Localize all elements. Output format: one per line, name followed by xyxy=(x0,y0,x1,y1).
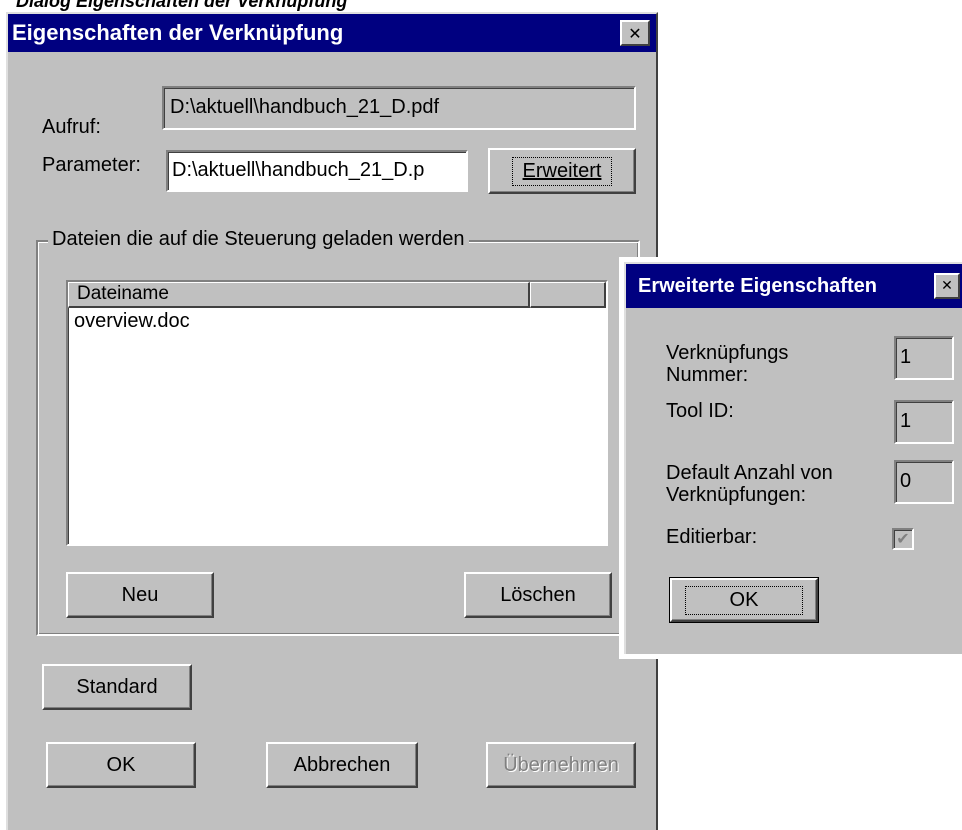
file-list[interactable]: Dateiname overview.doc xyxy=(66,280,608,546)
aufruf-label: Aufruf: xyxy=(42,116,101,138)
erweitert-button[interactable]: Erweitert xyxy=(488,148,636,194)
neu-button[interactable]: Neu xyxy=(66,572,214,618)
ext-ok-label: OK xyxy=(729,588,759,611)
tool-id-label: Tool ID: xyxy=(666,400,734,422)
parameter-label: Parameter: xyxy=(42,154,141,176)
uebernehmen-button[interactable]: Übernehmen xyxy=(486,742,636,788)
extended-properties-dialog: Erweiterte Eigenschaften ✕ Verknüpfungs … xyxy=(624,262,962,654)
verknuepfungs-nummer-label: Verknüpfungs Nummer: xyxy=(666,342,789,386)
editierbar-checkbox[interactable]: ✔ xyxy=(892,528,914,550)
erweitert-label: Erweitert xyxy=(522,159,602,182)
default-anzahl-field[interactable]: 0 xyxy=(894,460,954,504)
editierbar-label: Editierbar: xyxy=(666,526,758,548)
main-titlebar[interactable]: Eigenschaften der Verknüpfung ✕ xyxy=(8,14,656,52)
verknuepfungs-nummer-field[interactable]: 1 xyxy=(894,336,954,380)
tool-id-field[interactable]: 1 xyxy=(894,400,954,444)
abbrechen-label: Abbrechen xyxy=(293,753,391,776)
ext-close-icon[interactable]: ✕ xyxy=(934,273,960,299)
loeschen-button[interactable]: Löschen xyxy=(464,572,612,618)
loeschen-label: Löschen xyxy=(500,583,576,606)
ok-label: OK xyxy=(106,753,136,776)
column-header-dateiname[interactable]: Dateiname xyxy=(68,282,530,308)
abbrechen-button[interactable]: Abbrechen xyxy=(266,742,418,788)
aufruf-field: D:\aktuell\handbuch_21_D.pdf xyxy=(162,86,636,130)
files-groupbox-title: Dateien die auf die Steuerung geladen we… xyxy=(48,228,469,252)
column-header-extra[interactable] xyxy=(530,282,606,308)
ok-button[interactable]: OK xyxy=(46,742,196,788)
close-icon[interactable]: ✕ xyxy=(620,20,650,46)
default-anzahl-label: Default Anzahl von Verknüpfungen: xyxy=(666,462,833,506)
uebernehmen-label: Übernehmen xyxy=(503,753,619,776)
ext-dialog-title: Erweiterte Eigenschaften xyxy=(638,274,877,297)
main-dialog-title: Eigenschaften der Verknüpfung xyxy=(12,20,344,45)
aufruf-value: D:\aktuell\handbuch_21_D.pdf xyxy=(170,96,440,118)
parameter-value: D:\aktuell\handbuch_21_D.p xyxy=(172,159,425,181)
ext-ok-button[interactable]: OK xyxy=(669,577,819,623)
parameter-input[interactable]: D:\aktuell\handbuch_21_D.p xyxy=(166,150,468,192)
neu-label: Neu xyxy=(121,583,159,606)
standard-button[interactable]: Standard xyxy=(42,664,192,710)
standard-label: Standard xyxy=(76,675,158,698)
list-item[interactable]: overview.doc xyxy=(68,308,606,334)
ext-titlebar[interactable]: Erweiterte Eigenschaften ✕ xyxy=(626,264,962,308)
file-list-header: Dateiname xyxy=(68,282,606,308)
page-caption: Dialog Eigenschaften der Verknüpfung xyxy=(16,0,348,11)
shortcut-properties-dialog: Eigenschaften der Verknüpfung ✕ Aufruf: … xyxy=(6,12,658,830)
